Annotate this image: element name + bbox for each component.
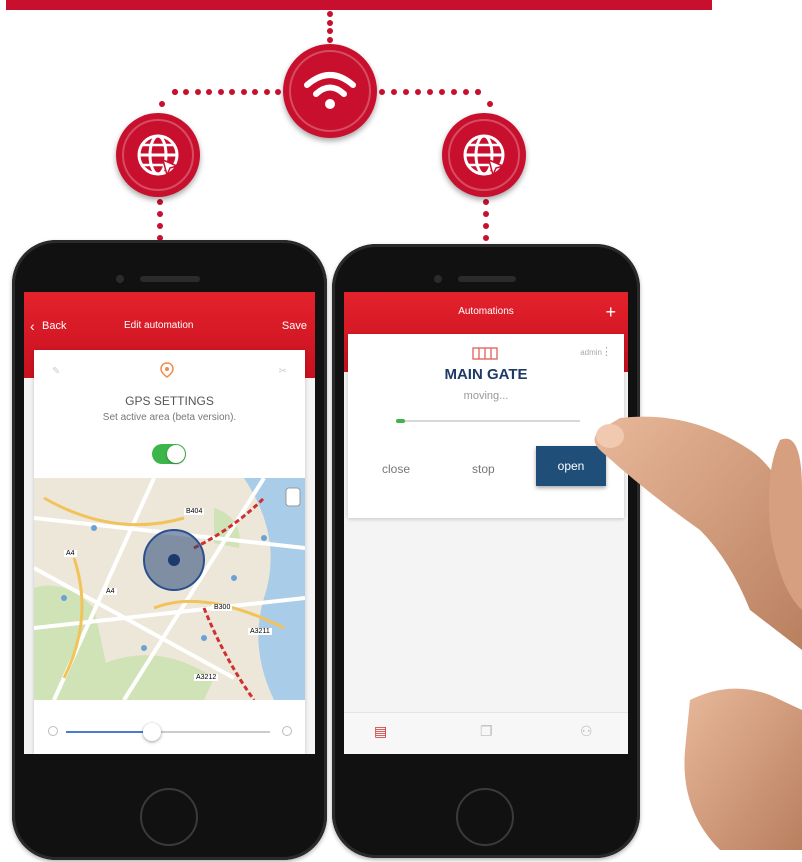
connector-dot — [439, 89, 445, 95]
back-button[interactable]: Back — [42, 320, 66, 332]
connector-dot — [391, 89, 397, 95]
tab-automations-icon[interactable]: ▤ — [374, 723, 387, 740]
gps-title: GPS SETTINGS — [125, 394, 214, 408]
connector-dot — [159, 101, 165, 107]
map-road-label: A4 — [64, 550, 77, 557]
connector-dot — [475, 89, 481, 95]
close-button[interactable]: close — [382, 462, 410, 476]
device-name: MAIN GATE — [444, 366, 528, 383]
phone-camera — [434, 275, 442, 283]
location-pin-icon — [160, 362, 174, 378]
connector-dot — [483, 211, 489, 217]
connector-dot — [463, 89, 469, 95]
connector-dot — [487, 101, 493, 107]
radius-slider-knob[interactable] — [142, 723, 161, 741]
connector-dot — [206, 89, 213, 95]
connector-dot — [263, 89, 270, 95]
connector-dot — [403, 89, 409, 95]
user-label: admin — [580, 348, 602, 357]
top-banner-bar — [6, 0, 712, 10]
connector-dot — [157, 199, 163, 205]
connector-dot — [327, 11, 333, 17]
radius-max-icon[interactable] — [282, 726, 292, 736]
map-view[interactable]: B404 A4 B300 A3211 A3212 A4 — [34, 478, 305, 700]
save-button[interactable]: Save — [282, 320, 307, 332]
header-title: Automations — [458, 306, 514, 317]
phone-speaker — [458, 276, 516, 282]
connector-dot — [483, 235, 489, 241]
gps-toggle[interactable] — [152, 444, 186, 464]
connector-dot — [157, 211, 163, 217]
connector-dot — [327, 19, 333, 26]
radius-slider-fill — [66, 731, 152, 733]
pencil-icon[interactable]: ✎ — [52, 366, 60, 377]
status-bar — [24, 296, 315, 308]
more-options-icon[interactable]: ⋮ — [601, 345, 612, 358]
connector-dot — [183, 89, 190, 95]
pointing-hand — [594, 416, 802, 850]
map-road-label: A3212 — [194, 674, 219, 681]
connector-dot — [379, 89, 385, 95]
device-status: moving... — [463, 390, 509, 402]
connector-dot — [172, 89, 178, 95]
connector-dot — [327, 37, 333, 43]
stop-button[interactable]: stop — [472, 462, 495, 476]
home-button[interactable] — [456, 788, 514, 846]
connector-dot — [217, 89, 224, 95]
connector-dot — [483, 223, 489, 229]
add-automation-button[interactable]: + — [605, 302, 616, 323]
globe-icon — [116, 113, 200, 197]
connector-dot — [194, 89, 201, 95]
globe-icon — [442, 113, 526, 197]
map-road-label: A4 — [104, 588, 117, 595]
connector-dot — [240, 89, 247, 95]
left-phone: ‹ Back Edit automation Save ✎ ✂ GPS SETT… — [12, 240, 327, 860]
gps-settings-card: ✎ ✂ GPS SETTINGS Set active area (beta v… — [34, 350, 305, 754]
progress-fill — [396, 419, 406, 423]
gps-subtitle: Set active area (beta version). — [102, 412, 237, 423]
home-button[interactable] — [140, 788, 198, 846]
wifi-icon — [283, 44, 377, 138]
connector-dot — [327, 28, 333, 35]
radius-min-icon[interactable] — [48, 726, 58, 736]
map-road-label: B300 — [212, 604, 233, 611]
gate-icon — [472, 346, 498, 360]
map-road-label: B404 — [184, 508, 205, 515]
connector-dot — [415, 89, 421, 95]
connector-dot — [451, 89, 457, 95]
connector-dot — [157, 223, 163, 229]
connector-dot — [483, 199, 489, 205]
chevron-left-icon[interactable]: ‹ — [30, 318, 35, 334]
left-screen: ‹ Back Edit automation Save ✎ ✂ GPS SETT… — [24, 292, 315, 754]
connector-dot — [427, 89, 433, 95]
connector-dot — [229, 89, 236, 95]
phone-speaker — [140, 276, 200, 282]
phone-camera — [116, 275, 124, 283]
wrench-icon[interactable]: ✂ — [279, 366, 287, 377]
map-road-label: A3211 — [248, 628, 272, 635]
progress-track — [396, 420, 580, 422]
header-title: Edit automation — [124, 320, 194, 331]
connector-dot — [252, 89, 259, 95]
connector-dot — [275, 89, 281, 95]
tab-groups-icon[interactable]: ❐ — [480, 723, 493, 740]
